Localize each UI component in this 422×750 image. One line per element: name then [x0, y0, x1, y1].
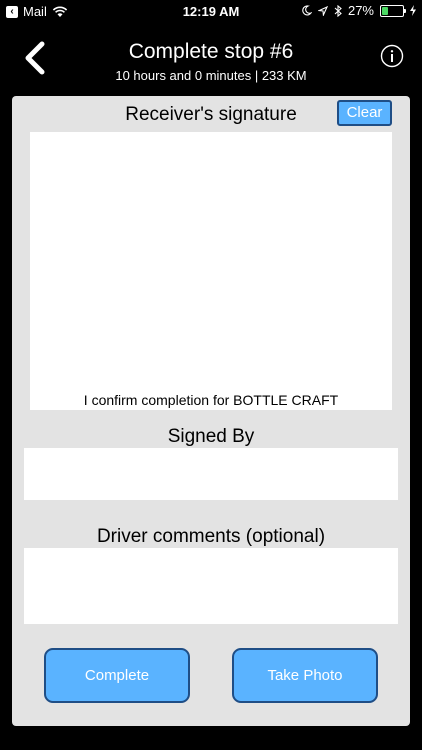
completion-card: Receiver's signature Clear I confirm com…	[12, 96, 410, 726]
info-button[interactable]	[380, 44, 404, 68]
driver-comments-label: Driver comments (optional)	[96, 526, 326, 547]
clear-button[interactable]: Clear	[337, 100, 392, 126]
battery-percent: 27%	[347, 3, 374, 18]
moon-icon	[302, 5, 312, 16]
info-icon	[380, 44, 404, 68]
confirm-text: I confirm completion for BOTTLE CRAFT	[83, 392, 339, 408]
battery-icon	[380, 4, 406, 17]
signature-pad[interactable]: I confirm completion for BOTTLE CRAFT	[30, 132, 392, 410]
page-subtitle: 10 hours and 0 minutes | 233 KM	[115, 68, 307, 83]
charging-icon	[410, 5, 416, 16]
page-title: Complete stop #6	[128, 40, 294, 63]
status-bar: ‹ Mail 12:19 AM 27%	[0, 0, 422, 24]
take-photo-button[interactable]: Take Photo	[232, 648, 378, 703]
signed-by-input[interactable]	[24, 448, 398, 500]
driver-comments-input[interactable]	[24, 548, 398, 624]
bluetooth-icon	[334, 4, 342, 17]
nav-header: Complete stop #6 10 hours and 0 minutes …	[0, 30, 422, 90]
location-icon	[317, 5, 328, 16]
complete-button[interactable]: Complete	[44, 648, 190, 703]
signed-by-label: Signed By	[167, 426, 255, 447]
battery-fill	[382, 6, 388, 15]
